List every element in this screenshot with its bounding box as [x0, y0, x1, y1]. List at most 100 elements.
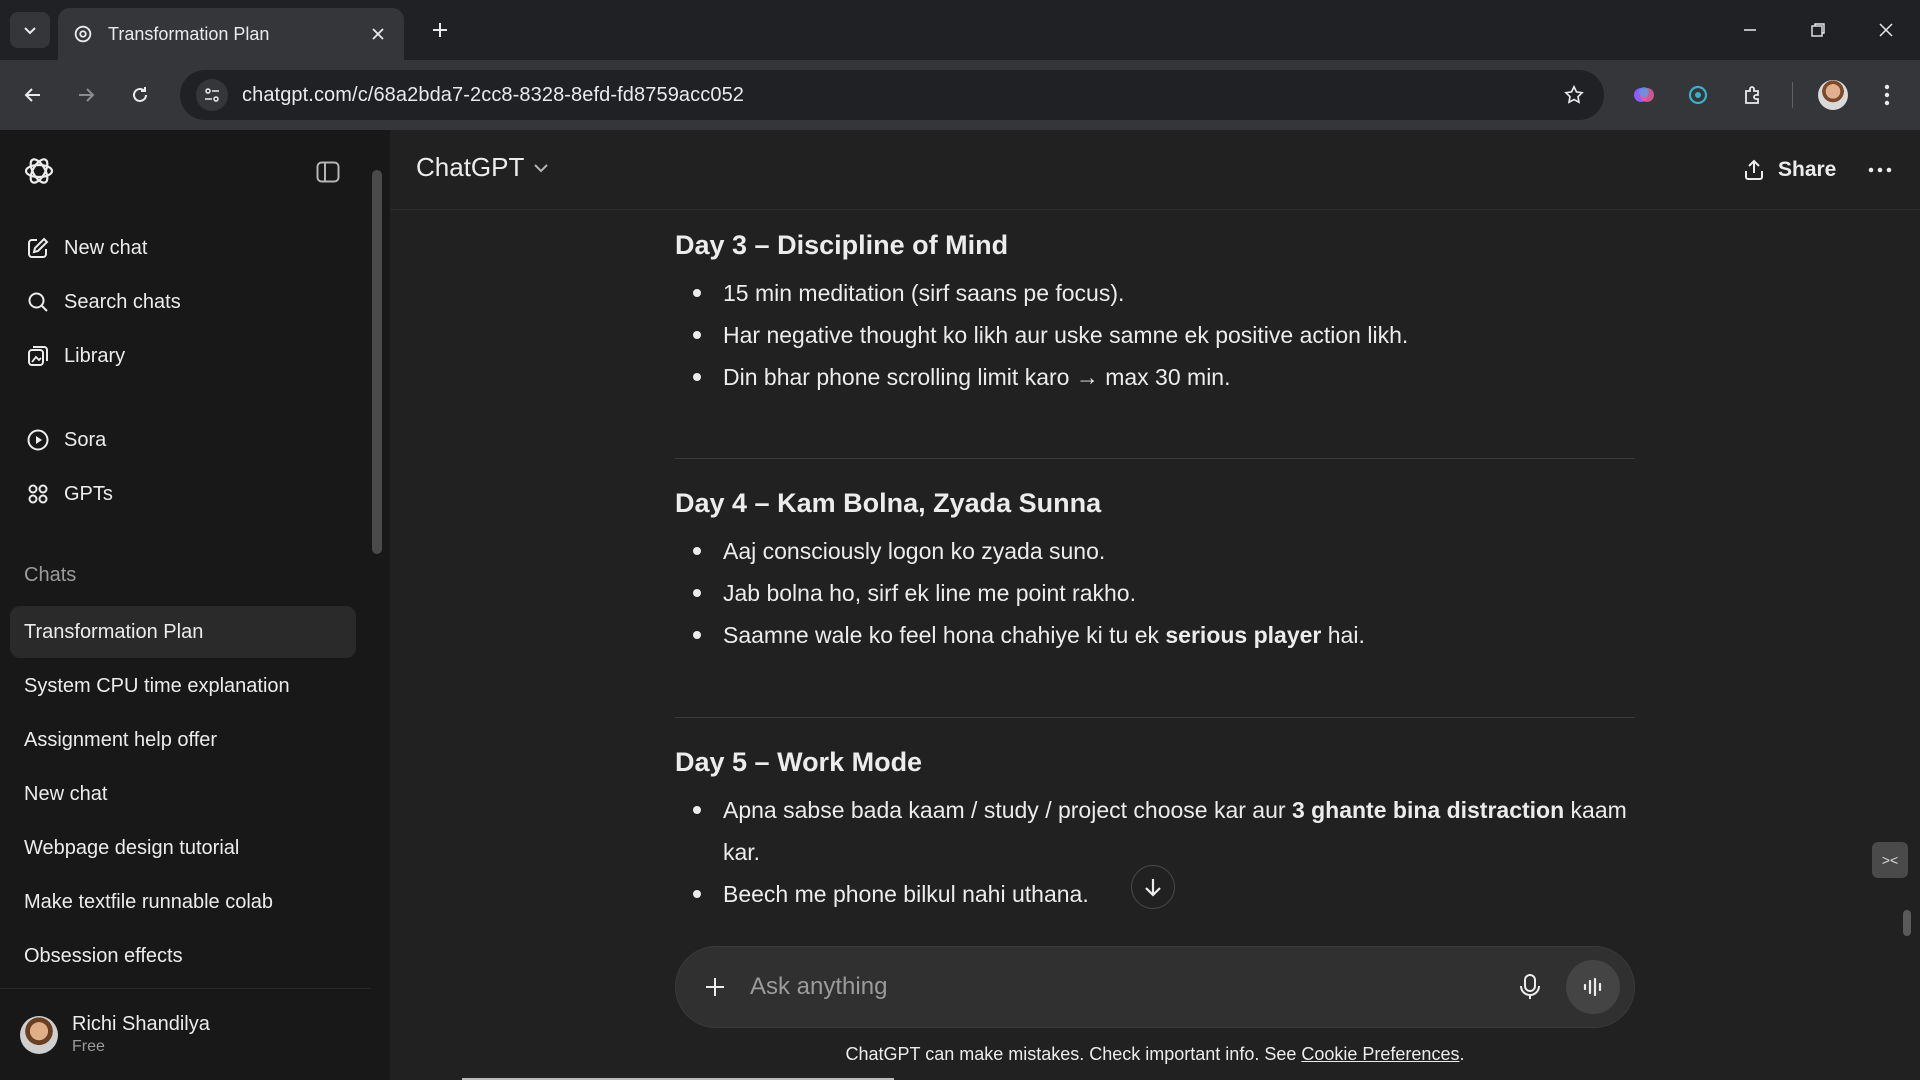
profile-avatar [1818, 80, 1848, 110]
share-icon [1742, 157, 1768, 183]
bullet-list: Aaj consciously logon ko zyada suno. Jab… [675, 530, 1635, 656]
openai-favicon-icon [74, 25, 92, 43]
scroll-to-bottom-button[interactable] [1131, 865, 1175, 909]
window-controls [1716, 0, 1920, 60]
share-label: Share [1778, 158, 1837, 181]
chat-item[interactable]: Assignment help offer [10, 714, 356, 766]
extension-openai-icon[interactable] [1680, 77, 1716, 113]
reload-icon [133, 87, 147, 102]
restore-button[interactable] [1784, 0, 1852, 60]
list-item: Aaj consciously logon ko zyada suno. [675, 530, 1635, 572]
bullet-list: 15 min meditation (sirf saans pe focus).… [675, 272, 1635, 398]
sidebar-item-library[interactable]: Library [10, 332, 356, 380]
edit-icon [24, 234, 52, 262]
extension-brain-icon[interactable] [1626, 77, 1662, 113]
search-icon [24, 288, 52, 316]
minimize-button[interactable] [1716, 0, 1784, 60]
chat-item[interactable]: Make textfile runnable colab [10, 876, 356, 928]
close-icon [1879, 23, 1893, 37]
day-heading: Day 5 – Work Mode [675, 747, 923, 777]
more-options-button[interactable] [1862, 152, 1898, 188]
model-name: ChatGPT [416, 152, 525, 182]
sidebar: New chat Search chats Library Sora GPTs … [0, 130, 390, 1080]
user-profile-button[interactable]: Richi Shandilya Free [0, 988, 370, 1080]
chat-item[interactable]: Obsession effects [10, 930, 356, 982]
dictate-button[interactable] [1512, 969, 1548, 1005]
section-divider [675, 717, 1635, 718]
chat-item[interactable]: New chat [10, 768, 356, 820]
user-plan: Free [72, 1038, 105, 1055]
reload-button[interactable] [122, 77, 158, 113]
openai-logo-icon[interactable] [22, 154, 56, 188]
section-divider [675, 458, 1635, 459]
chat-item[interactable]: Webpage design tutorial [10, 822, 356, 874]
grid-icon [24, 480, 52, 508]
toolbar-separator [1792, 82, 1793, 108]
extensions-puzzle-icon[interactable] [1735, 77, 1771, 113]
list-item: Din bhar phone scrolling limit karo → ma… [675, 356, 1635, 398]
arrow-down-icon [1145, 879, 1161, 897]
chat-item-active[interactable]: Transformation Plan [10, 606, 356, 658]
avatar [20, 1015, 58, 1054]
bold-text: serious player [1165, 622, 1322, 648]
back-button[interactable] [15, 77, 51, 113]
close-window-button[interactable] [1852, 0, 1920, 60]
address-bar[interactable]: chatgpt.com/c/68a2bda7-2cc8-8328-8efd-fd… [180, 70, 1604, 120]
sidebar-item-search-chats[interactable]: Search chats [10, 278, 356, 326]
voice-mode-button[interactable] [1566, 960, 1620, 1014]
main-panel: ChatGPT Share Day 3 – Discipline of Mind… [390, 130, 1920, 1080]
main-header: ChatGPT Share [390, 130, 1920, 210]
chats-section-label: Chats [24, 564, 77, 586]
sidebar-item-label: Sora [64, 428, 107, 451]
profile-avatar-button[interactable] [1815, 77, 1851, 113]
browser-toolbar: chatgpt.com/c/68a2bda7-2cc8-8328-8efd-fd… [0, 60, 1920, 130]
sidebar-item-label: Search chats [64, 290, 181, 313]
cookie-preferences-link[interactable]: Cookie Preferences [1301, 1044, 1459, 1064]
bold-text: 3 ghante bina distraction [1291, 797, 1565, 823]
list-item: Har negative thought ko likh aur uske sa… [675, 314, 1635, 356]
sidebar-item-new-chat[interactable]: New chat [10, 224, 356, 272]
list-item: 15 min meditation (sirf saans pe focus). [675, 272, 1635, 314]
share-button[interactable]: Share [1742, 150, 1836, 190]
arrow-left-icon [24, 88, 40, 102]
attach-button[interactable] [700, 972, 730, 1002]
new-tab-button[interactable] [424, 14, 456, 46]
sidebar-item-gpts[interactable]: GPTs [10, 470, 356, 518]
browser-tab-active[interactable]: Transformation Plan [58, 8, 404, 60]
url-text: chatgpt.com/c/68a2bda7-2cc8-8328-8efd-fd… [242, 83, 745, 106]
site-info-icon[interactable] [196, 79, 228, 111]
more-horizontal-icon [1868, 167, 1892, 173]
sidebar-item-sora[interactable]: Sora [10, 416, 356, 464]
sidebar-item-label: GPTs [64, 482, 113, 505]
tab-close-icon[interactable] [366, 22, 390, 46]
user-name: Richi Shandilya [72, 1013, 210, 1035]
tab-search-button[interactable] [10, 12, 50, 48]
chat-item[interactable]: System CPU time explanation [10, 660, 356, 712]
day-heading: Day 3 – Discipline of Mind [675, 230, 1009, 260]
list-item: Jab bolna ho, sirf ek line me point rakh… [675, 572, 1635, 614]
extension-widget-icon[interactable]: >< [1872, 842, 1908, 878]
sidebar-scrollbar[interactable] [370, 158, 384, 692]
voice-waveform-icon [1583, 977, 1602, 997]
list-item: Saamne wale ko feel hona chahiye ki tu e… [675, 614, 1635, 656]
sidebar-item-label: Library [64, 344, 126, 367]
sidebar-toggle-button[interactable] [312, 156, 344, 188]
sidebar-scrollbar-thumb[interactable] [372, 170, 382, 554]
disclaimer: ChatGPT can make mistakes. Check importa… [845, 1044, 1465, 1064]
arrow-right-icon [79, 88, 95, 102]
bookmark-star-icon[interactable] [1560, 81, 1588, 109]
play-icon [24, 426, 52, 454]
browser-menu-button[interactable] [1869, 77, 1905, 113]
browser-tab-bar: Transformation Plan [0, 0, 1920, 60]
model-picker[interactable]: ChatGPT [416, 152, 552, 183]
sidebar-item-label: New chat [64, 236, 148, 259]
prompt-input[interactable] [750, 973, 1512, 1001]
plus-icon [706, 978, 724, 996]
chevron-down-icon [24, 27, 36, 35]
minimize-icon [1744, 29, 1756, 31]
library-icon [24, 342, 52, 370]
microphone-icon [1520, 974, 1540, 999]
main-scrollbar-thumb[interactable] [1903, 910, 1911, 936]
forward-button[interactable] [68, 77, 104, 113]
plus-icon [433, 23, 447, 37]
